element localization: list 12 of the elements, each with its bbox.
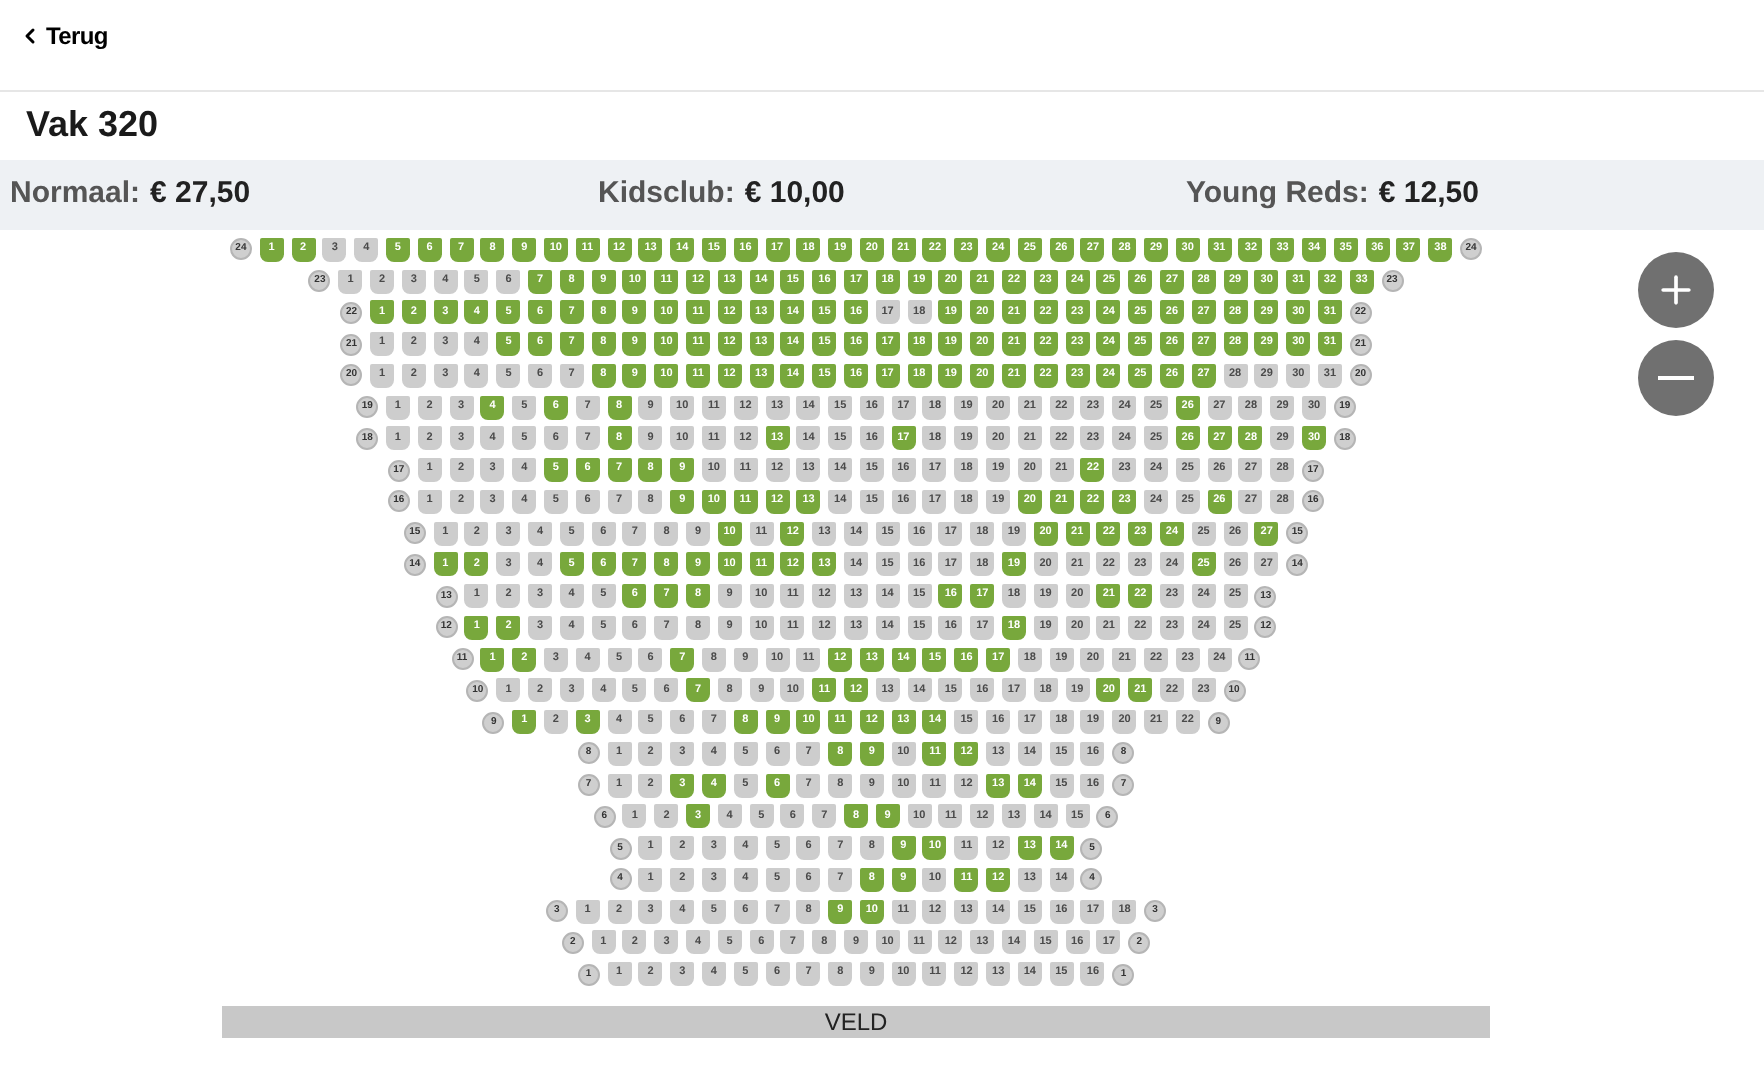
price-label: Young Reds: (1186, 174, 1369, 215)
back-link[interactable]: Terug (18, 18, 108, 54)
section-title: Vak 320 (26, 101, 159, 147)
minus-icon (1658, 376, 1694, 380)
price-label: Kidsclub: (598, 174, 735, 215)
price-value: € 27,50 (150, 174, 251, 215)
zoom-out-button[interactable] (1638, 340, 1714, 416)
zoom-in-button[interactable] (1638, 252, 1714, 328)
price-value: € 12,50 (1378, 174, 1479, 215)
price-value: € 10,00 (744, 174, 845, 215)
price-label: Normaal: (10, 174, 141, 215)
field-bar: VELD (222, 1006, 1490, 1038)
